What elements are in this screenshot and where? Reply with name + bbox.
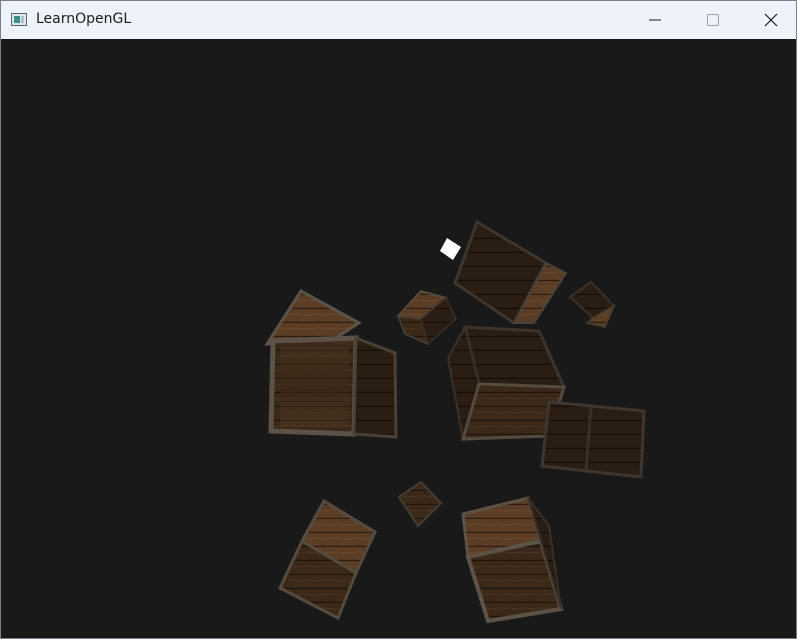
maximize-button[interactable] [684,1,742,39]
minimize-icon [649,19,661,21]
close-button[interactable] [742,1,797,39]
window-title: LearnOpenGL [36,11,132,27]
crate [395,289,457,346]
crate [453,219,568,326]
crate [264,289,398,439]
crate [568,280,616,328]
scene-canvas [264,219,646,624]
opengl-viewport[interactable] [1,39,796,638]
app-window-icon [11,13,27,26]
light-cube [440,238,461,260]
minimize-button[interactable] [626,1,684,39]
close-icon [764,13,778,27]
title-bar[interactable]: LearnOpenGL [1,1,796,39]
crate [397,480,443,528]
maximize-icon [707,14,719,26]
crate [540,400,646,479]
app-window: LearnOpenGL [0,0,797,639]
crate [461,496,564,624]
crate [278,498,377,621]
